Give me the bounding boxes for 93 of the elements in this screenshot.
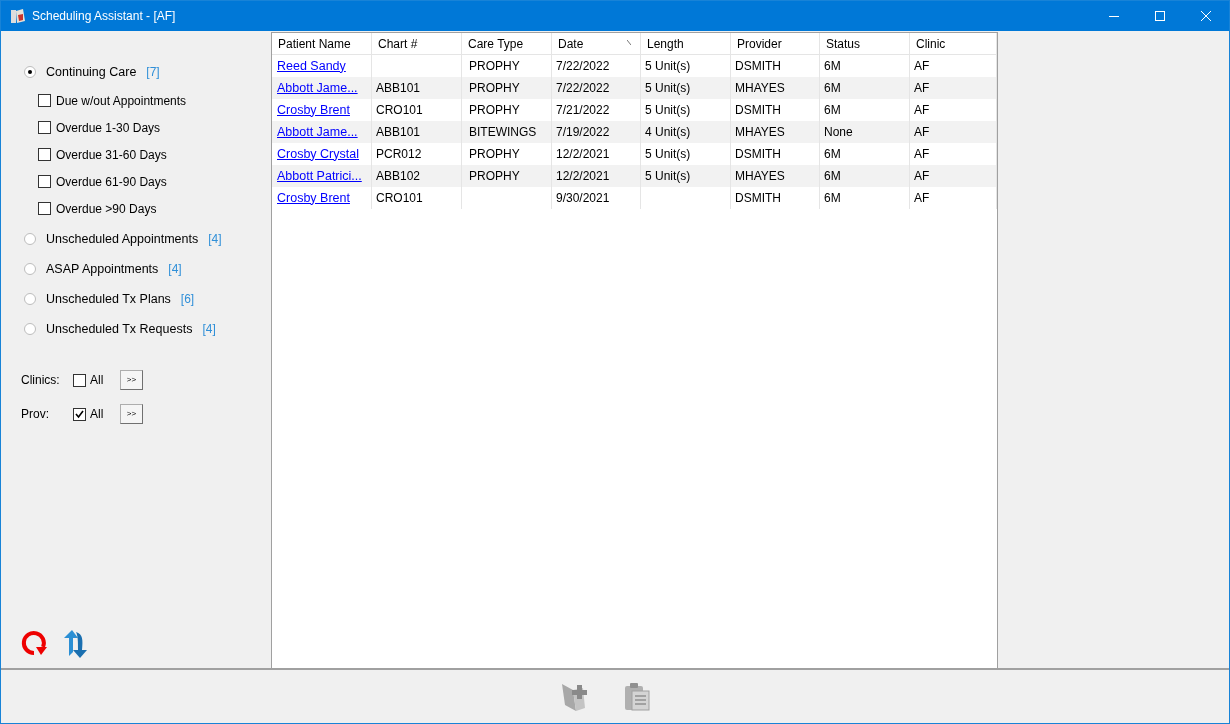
table-cell-text: PROPHY [469,168,520,185]
table-cell-text: 5 Unit(s) [645,102,691,119]
table-cell-text: DSMITH [735,102,781,119]
patient-link[interactable]: Crosby Crystal [277,144,359,164]
table-cell-text: PROPHY [469,58,520,75]
table-cell-text: 7/21/2022 [556,102,610,119]
window-title: Scheduling Assistant - [AF] [32,8,176,25]
table-cell-text: ABB102 [376,168,421,185]
count-label: [7] [146,64,160,81]
table-cell-text: ABB101 [376,80,421,97]
table-cell-text: AF [914,58,930,75]
table-cell-text: ABB101 [376,124,421,141]
table-cell-text: AF [914,190,930,207]
table-cell-text: MHAYES [735,80,785,97]
checkbox-label: Overdue 61-90 Days [56,173,167,191]
checkbox-label: All [90,406,105,423]
table-cell-text: 5 Unit(s) [645,146,691,163]
filter-label: Clinics: [21,372,61,389]
table-cell-text: BITEWINGS [469,124,537,141]
table-cell-text: DSMITH [735,190,781,207]
checkbox-label: Overdue >90 Days [56,200,157,218]
checkbox[interactable] [38,202,51,215]
app-icon [10,8,26,24]
patient-link[interactable]: Abbott Jame... [277,122,358,142]
radio-button[interactable] [24,323,36,335]
patient-link[interactable]: Crosby Brent [277,100,350,120]
checkbox-label: Overdue 1-30 Days [56,119,161,137]
checkbox[interactable] [38,94,51,107]
table-cell-text: 5 Unit(s) [645,168,691,185]
checkbox[interactable] [38,175,51,188]
patient-link[interactable]: Reed Sandy [277,56,346,76]
table-cell-text: DSMITH [735,58,781,75]
table-cell-text: 7/22/2022 [556,80,610,97]
table-cell-text: 12/2/2021 [556,168,610,185]
table-cell-text: CRO101 [376,102,423,119]
table-cell-text: 4 Unit(s) [645,124,691,141]
table-cell-text: MHAYES [735,124,785,141]
maximize-icon [1155,11,1165,21]
table-cell-text: PCR012 [376,146,422,163]
table-cell-text: AF [914,146,930,163]
table-cell-text: 12/2/2021 [556,146,610,163]
count-label: [4] [168,261,182,278]
table-cell-text: 6M [824,190,841,207]
filter-option-label: Continuing Care [46,63,137,81]
count-label: [6] [180,291,195,308]
table-cell-text: 6M [824,146,841,163]
expand-button[interactable]: >> [120,370,143,390]
checkbox[interactable] [38,148,51,161]
filter-option-label: Unscheduled Tx Requests [46,320,193,338]
radio-button[interactable] [24,66,36,78]
count-label: [4] [202,321,216,338]
radio-button[interactable] [24,233,36,245]
checkbox[interactable] [73,373,86,387]
table-cell-text: MHAYES [735,168,785,185]
table-cell-text: DSMITH [735,146,781,163]
minimize-icon [1109,15,1119,17]
table-cell-text: 7/22/2022 [556,58,610,75]
table-cell-text: 6M [824,80,841,97]
checkbox-label: All [90,372,105,389]
table-cell-text: AF [914,102,930,119]
table-cell-text: PROPHY [469,146,520,163]
radio-button[interactable] [24,293,36,305]
filter-label: Prov: [21,406,50,423]
patient-link[interactable]: Crosby Brent [277,188,350,208]
checkbox[interactable] [38,121,51,134]
table-cell-text: 6M [824,102,841,119]
table-cell-text: None [824,124,853,141]
table-cell-text: 6M [824,58,841,75]
table-cell-text: PROPHY [469,80,520,97]
filter-option-label: Unscheduled Appointments [46,230,199,248]
checkbox[interactable] [73,407,86,421]
count-label: [4] [208,231,222,248]
table-cell-text: AF [914,124,930,141]
checkbox-label: Overdue 31-60 Days [56,146,167,164]
filter-option-label: Unscheduled Tx Plans [46,290,171,308]
table-cell-text: 6M [824,168,841,185]
table-cell-text: 9/30/2021 [556,190,610,207]
filter-option-label: ASAP Appointments [46,260,159,278]
checkbox-label: Due w/out Appointments [56,92,187,110]
close-icon [1201,11,1211,21]
table-cell-text: CRO101 [376,190,423,207]
patient-link[interactable]: Abbott Patrici... [277,166,362,186]
refresh-icon[interactable] [19,628,49,658]
table-cell-text: AF [914,80,930,97]
table-cell-text: AF [914,168,930,185]
patient-link[interactable]: Abbott Jame... [277,78,358,98]
table-cell-text: PROPHY [469,102,520,119]
table-cell-text: 7/19/2022 [556,124,610,141]
radio-button[interactable] [24,263,36,275]
table-cell-text: 5 Unit(s) [645,58,691,75]
table-cell-text: 5 Unit(s) [645,80,691,97]
sort-icon [627,40,631,45]
expand-button[interactable]: >> [120,404,143,424]
